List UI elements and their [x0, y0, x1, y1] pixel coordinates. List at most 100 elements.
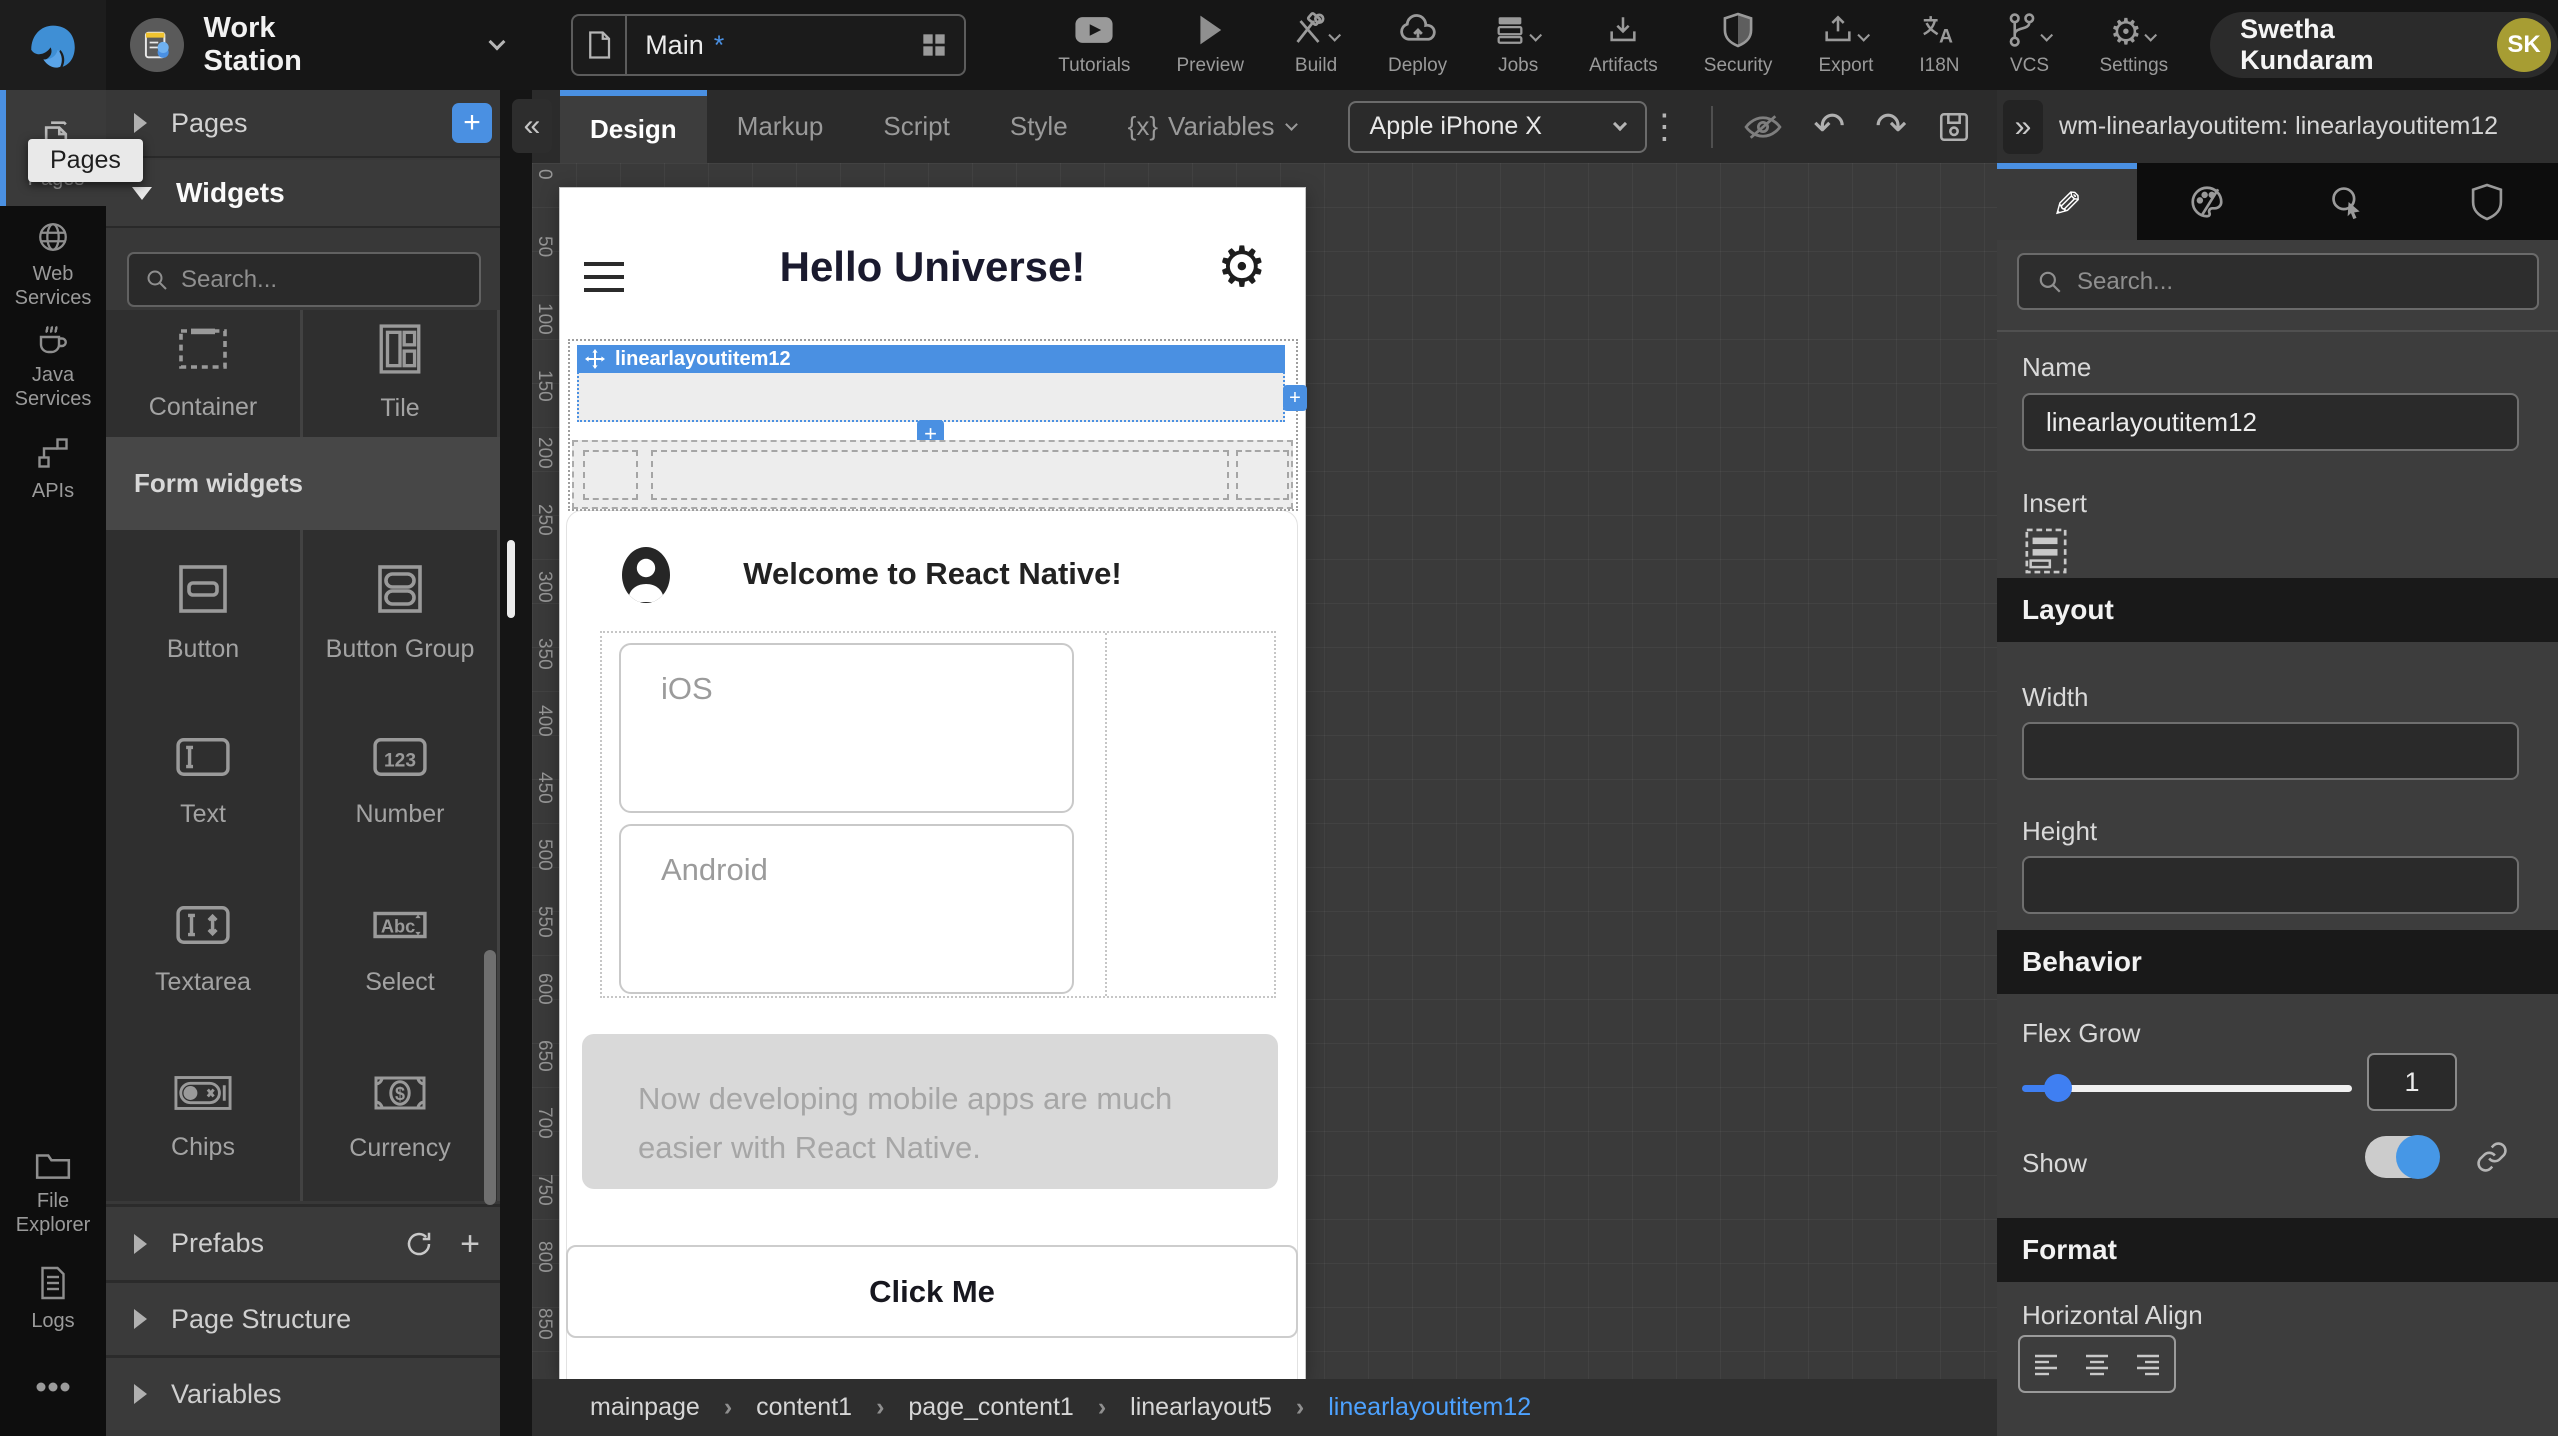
click-me-button[interactable]: Click Me — [566, 1245, 1298, 1338]
layout-section-header[interactable]: Layout — [1997, 578, 2558, 642]
eye-off-icon[interactable] — [1743, 110, 1783, 144]
undo-icon[interactable]: ↶ — [1813, 108, 1845, 146]
insert-widget-button[interactable] — [2019, 523, 2073, 579]
tab-inspect[interactable] — [2277, 163, 2417, 240]
topbar-action-vcs[interactable]: VCS — [2006, 13, 2054, 77]
breadcrumb-page-content1[interactable]: page_content1 — [908, 1393, 1073, 1422]
inspector-header: » wm-linearlayoutitem: linearlayoutitem1… — [1997, 90, 2558, 163]
prefabs-section-header[interactable]: Prefabs + — [106, 1204, 500, 1280]
flex-grow-slider-handle[interactable] — [2044, 1074, 2072, 1102]
widget-tile-button-group[interactable]: Button Group — [303, 530, 497, 697]
tab-variables[interactable]: {x} Variables — [1098, 90, 1326, 163]
widget-tile-text[interactable]: Text — [106, 697, 300, 865]
name-field[interactable] — [2022, 393, 2519, 451]
topbar-action-build[interactable]: Build — [1290, 13, 1342, 77]
widget-tile-textarea[interactable]: Textarea — [106, 865, 300, 1033]
page-structure-section-header[interactable]: Page Structure — [106, 1280, 500, 1355]
sidebar-item-file-explorer[interactable]: File Explorer — [0, 1140, 106, 1246]
format-section-header[interactable]: Format — [1997, 1218, 2558, 1282]
breadcrumb-content1[interactable]: content1 — [756, 1393, 852, 1422]
tab-script[interactable]: Script — [853, 90, 979, 163]
topbar-action-deploy[interactable]: Deploy — [1388, 13, 1447, 77]
widget-search-input[interactable] — [181, 266, 444, 294]
tab-properties[interactable]: ✎ — [1997, 163, 2137, 240]
wavemaker-logo[interactable] — [0, 0, 106, 90]
topbar-action-jobs[interactable]: Jobs — [1493, 13, 1543, 77]
widget-tile-select[interactable]: Abc Select — [303, 865, 497, 1033]
selected-widget-region[interactable]: linearlayoutitem12 — [577, 345, 1285, 422]
more-options-icon[interactable]: ⋮ — [1647, 107, 1681, 147]
topbar-action-preview[interactable]: Preview — [1176, 13, 1244, 77]
chevron-down-icon — [1613, 117, 1627, 131]
app-settings-gear-icon[interactable]: ⚙ — [1217, 234, 1267, 300]
expand-right-panel-button[interactable]: » — [2003, 100, 2043, 154]
layout-cell-middle[interactable] — [651, 450, 1229, 500]
platform-cards-container[interactable]: iOS Android — [600, 631, 1276, 998]
widgets-section-header[interactable]: Widgets — [106, 160, 500, 228]
height-field[interactable] — [2022, 856, 2519, 914]
tab-styles[interactable] — [2137, 163, 2277, 240]
tab-style[interactable]: Style — [980, 90, 1098, 163]
sidebar-item-apis[interactable]: APIs — [0, 426, 106, 512]
sidebar-item-logs[interactable]: Logs — [0, 1256, 106, 1342]
chevron-down-icon[interactable] — [489, 34, 506, 51]
align-center-icon[interactable] — [2082, 1351, 2112, 1377]
align-left-icon[interactable] — [2031, 1351, 2061, 1377]
canvas-vertical-scrollbar[interactable] — [507, 540, 515, 618]
project-switcher[interactable]: Work Station — [130, 12, 503, 78]
pages-section-header[interactable]: Pages + — [106, 90, 500, 158]
layout-cell-right[interactable] — [1236, 450, 1289, 500]
widget-tile-number[interactable]: 123 Number — [303, 697, 497, 865]
flex-grow-value[interactable]: 1 — [2367, 1053, 2457, 1111]
android-card[interactable]: Android — [619, 824, 1074, 994]
tab-security[interactable] — [2417, 163, 2557, 240]
property-search-input[interactable] — [2077, 268, 2466, 296]
layout-cell-left[interactable] — [583, 450, 638, 500]
linearlayout-row[interactable] — [572, 440, 1293, 509]
chevron-down-icon — [1285, 118, 1298, 131]
page-tab-main[interactable]: Main * — [571, 14, 966, 76]
topbar-action-export[interactable]: Export — [1818, 13, 1873, 77]
variables-section-header[interactable]: Variables — [106, 1355, 500, 1430]
topbar-action-security[interactable]: Security — [1704, 13, 1773, 77]
behavior-section-header[interactable]: Behavior — [1997, 930, 2558, 994]
bind-link-icon[interactable] — [2475, 1140, 2509, 1174]
show-toggle[interactable] — [2365, 1136, 2437, 1178]
breadcrumb-linearlayout5[interactable]: linearlayout5 — [1130, 1393, 1272, 1422]
tab-design[interactable]: Design — [560, 90, 707, 163]
user-menu[interactable]: Swetha Kundaram SK — [2210, 12, 2558, 78]
sidebar-item-java-services[interactable]: Java Services — [0, 318, 106, 412]
topbar-action-artifacts[interactable]: Artifacts — [1589, 13, 1658, 77]
align-right-icon[interactable] — [2133, 1351, 2163, 1377]
width-field[interactable] — [2022, 722, 2519, 780]
widget-tile-button[interactable]: Button — [106, 530, 300, 697]
insert-right-button[interactable]: + — [1283, 385, 1307, 411]
selected-widget-titlebar[interactable]: linearlayoutitem12 — [577, 345, 1285, 373]
add-prefab-icon[interactable]: + — [460, 1229, 480, 1259]
widget-tile-chips[interactable]: Chips — [106, 1033, 300, 1201]
topbar-action-settings[interactable]: ⚙ Settings — [2100, 13, 2169, 77]
topbar-action-i18n[interactable]: A I18N — [1919, 13, 1959, 77]
sidebar-more-button[interactable] — [0, 1362, 106, 1412]
ios-card[interactable]: iOS — [619, 643, 1074, 813]
redo-icon[interactable]: ↷ — [1875, 108, 1907, 146]
breadcrumb-mainpage[interactable]: mainpage — [590, 1393, 700, 1422]
property-search[interactable] — [2017, 253, 2539, 310]
sidebar-item-web-services[interactable]: Web Services — [0, 220, 106, 310]
user-name: Swetha Kundaram — [2240, 14, 2475, 76]
refresh-icon[interactable] — [404, 1229, 434, 1259]
design-canvas[interactable]: 0501001502002503003504004505005506006507… — [532, 163, 1997, 1379]
widget-tile-tile[interactable]: Tile — [303, 310, 497, 437]
collapse-left-panel-button[interactable]: « — [512, 99, 552, 153]
pages-grid-icon[interactable] — [918, 29, 950, 61]
panel-scrollbar[interactable] — [484, 950, 496, 1205]
save-icon[interactable] — [1937, 110, 1971, 144]
breadcrumb-linearlayoutitem12[interactable]: linearlayoutitem12 — [1328, 1393, 1531, 1422]
widget-tile-currency[interactable]: $ Currency — [303, 1033, 497, 1201]
tab-markup[interactable]: Markup — [707, 90, 854, 163]
add-page-button[interactable]: + — [452, 103, 492, 143]
widget-tile-container[interactable]: Container — [106, 310, 300, 437]
topbar-action-tutorials[interactable]: Tutorials — [1058, 13, 1130, 77]
device-selector[interactable]: Apple iPhone X — [1348, 101, 1648, 153]
widget-search[interactable] — [127, 252, 481, 307]
